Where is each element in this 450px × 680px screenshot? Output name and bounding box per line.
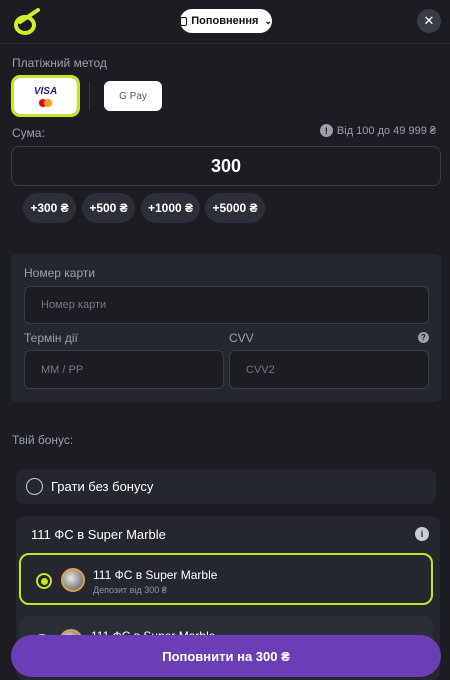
amount-input[interactable]: 300	[11, 146, 441, 186]
no-bonus-label: Грати без бонусу	[51, 479, 154, 494]
bonus-label: Твій бонус:	[12, 433, 74, 447]
wallet-icon	[180, 16, 188, 26]
amount-chip-1000[interactable]: +1000 ₴	[141, 193, 200, 223]
mastercard-icon	[39, 98, 52, 107]
amount-chip-300[interactable]: +300 ₴	[23, 193, 76, 223]
divider	[89, 82, 90, 110]
info-icon[interactable]: i	[415, 527, 429, 541]
cvv-help-icon[interactable]: ?	[418, 332, 429, 343]
bonus-option-subtitle: Депозит від 300 ₴	[93, 585, 167, 595]
deposit-button[interactable]: Поповнити на 300 ₴	[11, 635, 441, 677]
payment-method-label: Платіжний метод	[12, 56, 107, 70]
amount-chip-5000[interactable]: +5000 ₴	[205, 193, 265, 223]
cvv-label: CVV	[229, 331, 254, 345]
payment-method-gpay[interactable]: G Pay	[104, 81, 162, 111]
gpay-logo: G Pay	[119, 90, 147, 102]
deposit-dropdown-label: Поповнення	[191, 15, 259, 27]
chevron-down-icon: ⌄	[264, 15, 272, 26]
bonus-group-title: 111 ФС в Super Marble	[31, 527, 166, 542]
card-number-label: Номер карти	[24, 266, 96, 280]
expiry-input[interactable]: ММ / РР	[24, 350, 224, 389]
visa-logo: VISA	[33, 85, 58, 97]
payment-method-card[interactable]: VISA	[11, 75, 80, 117]
cvv-input[interactable]: CVV2	[229, 350, 429, 389]
bonus-option-selected[interactable]: 111 ФС в Super Marble Депозит від 300 ₴	[19, 553, 433, 605]
bonus-option-title: 111 ФС в Super Marble	[93, 568, 218, 582]
expiry-label: Термін дії	[24, 331, 78, 345]
brand-logo-icon[interactable]	[12, 8, 42, 36]
close-icon: ✕	[423, 13, 435, 28]
amount-chip-500[interactable]: +500 ₴	[82, 193, 135, 223]
amount-label: Сума:	[12, 126, 45, 140]
close-button[interactable]: ✕	[417, 9, 441, 33]
radio-button-selected[interactable]	[36, 573, 52, 589]
info-icon: !	[319, 124, 333, 137]
free-spins-coin-icon	[61, 568, 85, 592]
amount-range-hint: ! Від 100 до 49 999 ₴	[319, 124, 436, 137]
amount-range-text: Від 100 до 49 999 ₴	[336, 124, 436, 137]
top-bar: Поповнення ⌄ ✕	[0, 0, 450, 44]
no-bonus-option[interactable]: Грати без бонусу	[16, 469, 436, 504]
radio-button[interactable]	[26, 478, 43, 495]
card-number-input[interactable]: Номер карти	[24, 286, 429, 324]
card-details-panel: Номер карти Номер карти Термін дії ММ / …	[11, 254, 441, 402]
deposit-dropdown[interactable]: Поповнення ⌄	[180, 9, 272, 33]
